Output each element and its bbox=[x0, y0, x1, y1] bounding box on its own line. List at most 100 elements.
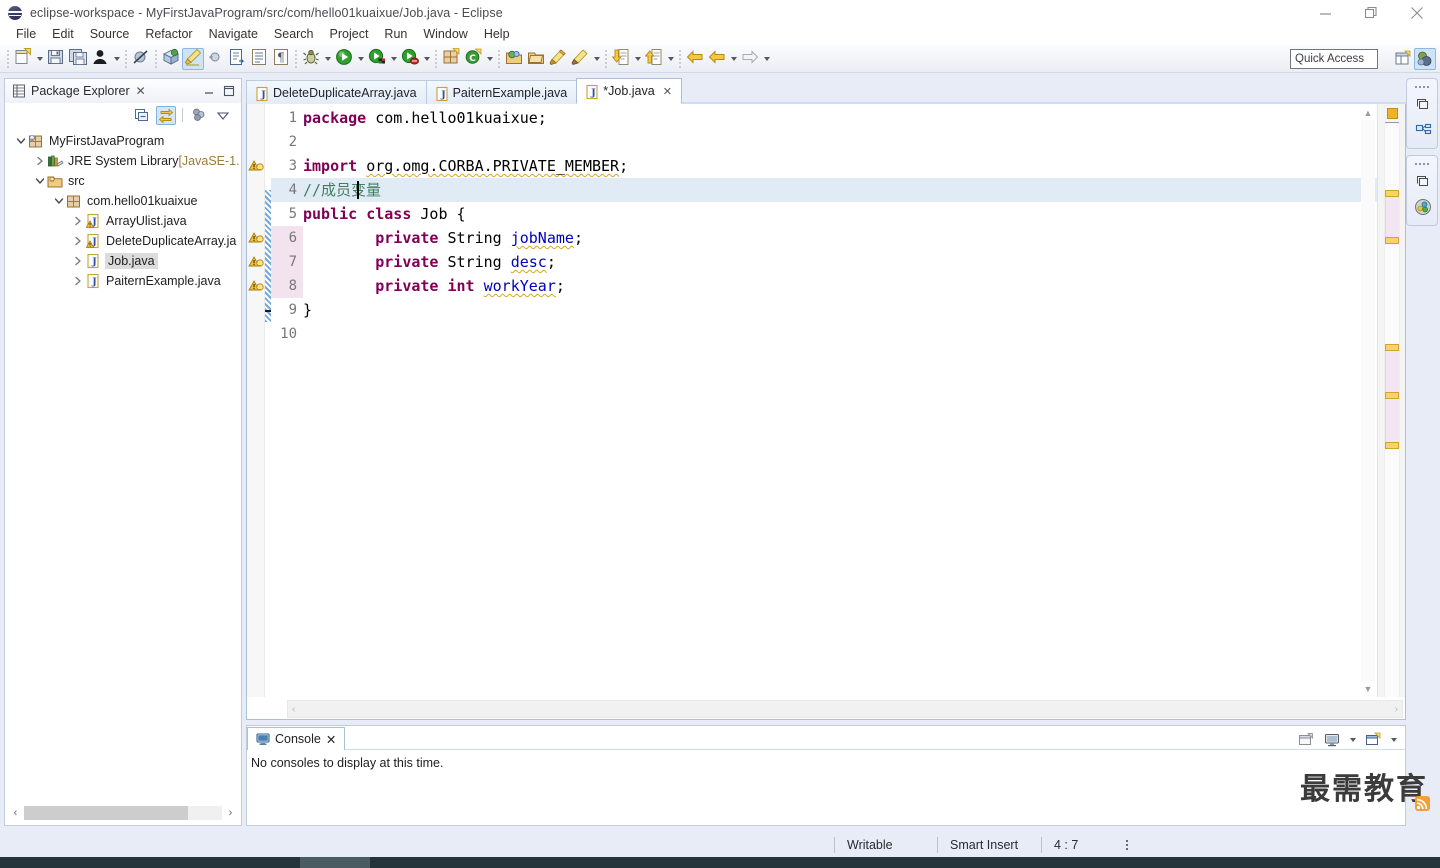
twisty-closed-icon[interactable] bbox=[32, 151, 47, 171]
overview-marker-fields[interactable] bbox=[1385, 344, 1399, 351]
gutter-warning-quickfix-icon[interactable] bbox=[248, 254, 264, 270]
menu-item-navigate[interactable]: Navigate bbox=[201, 25, 266, 43]
new-console-dropdown[interactable] bbox=[1388, 729, 1399, 751]
package-explorer-hscrollbar[interactable]: ‹ › bbox=[7, 804, 239, 822]
hscroll-right-arrow[interactable]: › bbox=[222, 805, 239, 822]
editor-gutter[interactable] bbox=[247, 104, 265, 697]
gutter-warning-quickfix-icon[interactable] bbox=[248, 158, 264, 174]
editor-hscroll-left-arrow[interactable]: ‹ bbox=[292, 704, 295, 715]
maximize-view-button[interactable] bbox=[221, 83, 237, 99]
hscroll-track[interactable] bbox=[24, 806, 222, 820]
twisty-closed-icon[interactable] bbox=[70, 271, 85, 291]
gutter-warning-quickfix-icon[interactable] bbox=[248, 230, 264, 246]
package-explorer-close-icon[interactable]: ✕ bbox=[136, 84, 146, 98]
editor-tab--job-java[interactable]: J *Job.java ✕ bbox=[576, 78, 682, 104]
tree-item-job-java[interactable]: J Job.java bbox=[5, 251, 241, 271]
code-line-7[interactable]: private String desc; bbox=[303, 250, 556, 274]
twisty-closed-icon[interactable] bbox=[70, 251, 85, 271]
overview-marker-import[interactable] bbox=[1385, 190, 1399, 197]
next-annotation-dropdown[interactable] bbox=[632, 48, 643, 70]
gutter-warning-quickfix-icon[interactable] bbox=[248, 278, 264, 294]
minimize-view-button[interactable] bbox=[201, 83, 217, 99]
project-tree[interactable]: MyFirstJavaProgram JRE System Library [Ja… bbox=[5, 129, 241, 799]
tree-item-arrayulist-java[interactable]: J ArrayUlist.java bbox=[5, 211, 241, 231]
editor-body[interactable]: 1 2 3 4 5 6 7 8 9 10 package com.hello01kuaixue; i… bbox=[246, 104, 1406, 720]
new-class-button[interactable]: C bbox=[462, 48, 484, 70]
save-button[interactable] bbox=[45, 48, 67, 70]
twisty-open-icon[interactable] bbox=[13, 131, 28, 151]
back-button[interactable] bbox=[684, 48, 706, 70]
tree-item-com-hello01kuaixue[interactable]: com.hello01kuaixue bbox=[5, 191, 241, 211]
twisty-closed-icon[interactable] bbox=[70, 211, 85, 231]
hscroll-left-arrow[interactable]: ‹ bbox=[7, 805, 24, 822]
code-line-5[interactable]: public class Job { bbox=[303, 202, 466, 226]
twisty-open-icon[interactable] bbox=[32, 171, 47, 191]
code-line-3[interactable]: import org.omg.CORBA.PRIVATE_MEMBER; bbox=[303, 154, 628, 178]
editor-vscrollbar[interactable]: ▲ ▼ bbox=[1361, 106, 1375, 695]
last-edit-location-button[interactable] bbox=[569, 48, 591, 70]
restore-view-button-2[interactable] bbox=[1407, 168, 1439, 194]
close-button[interactable] bbox=[1394, 0, 1440, 26]
new-java-project-button[interactable] bbox=[440, 48, 462, 70]
display-console-dropdown[interactable] bbox=[1347, 729, 1358, 751]
drag-handle[interactable] bbox=[1407, 82, 1437, 91]
code-line-4[interactable]: //成员变量 bbox=[303, 178, 381, 202]
show-whitespace-button[interactable]: ¶ bbox=[270, 48, 292, 70]
next-annotation-button[interactable] bbox=[610, 48, 632, 70]
save-all-button[interactable] bbox=[67, 48, 89, 70]
menu-item-help[interactable]: Help bbox=[476, 25, 518, 43]
code-line-9[interactable]: } bbox=[303, 298, 312, 322]
open-console-view-button[interactable] bbox=[1295, 729, 1317, 751]
new-button[interactable] bbox=[12, 48, 34, 70]
previous-annotation-button[interactable] bbox=[643, 48, 665, 70]
code-line-8[interactable]: private int workYear; bbox=[303, 274, 565, 298]
forward-history-dropdown[interactable] bbox=[728, 48, 739, 70]
twisty-open-icon[interactable] bbox=[51, 191, 66, 211]
editor-code[interactable]: package com.hello01kuaixue; import org.om… bbox=[303, 104, 1377, 697]
minimize-button[interactable] bbox=[1302, 0, 1348, 26]
open-perspective-button[interactable] bbox=[1392, 48, 1414, 70]
user-button[interactable] bbox=[89, 48, 111, 70]
run-last-tool-dropdown[interactable] bbox=[421, 48, 432, 70]
skip-breakpoints-button[interactable] bbox=[130, 48, 152, 70]
twisty-closed-icon[interactable] bbox=[70, 231, 85, 251]
coverage-view-button[interactable] bbox=[1407, 194, 1439, 220]
filters-button[interactable] bbox=[189, 106, 209, 125]
collapse-all-button[interactable] bbox=[132, 106, 152, 125]
debug-button[interactable] bbox=[300, 48, 322, 70]
open-task-button[interactable] bbox=[226, 48, 248, 70]
overview-marker-middle[interactable] bbox=[1385, 392, 1399, 399]
code-line-6[interactable]: private String jobName; bbox=[303, 226, 583, 250]
run-last-tool-button[interactable] bbox=[399, 48, 421, 70]
menu-item-file[interactable]: File bbox=[8, 25, 44, 43]
new-console-view-button[interactable] bbox=[1362, 729, 1384, 751]
last-edit-location-dropdown[interactable] bbox=[591, 48, 602, 70]
quick-access-input[interactable]: Quick Access bbox=[1290, 49, 1378, 69]
editor-hscroll-right-arrow[interactable]: › bbox=[1395, 704, 1398, 715]
toggle-mark-occurrences-button[interactable] bbox=[182, 47, 204, 70]
new-dropdown[interactable] bbox=[34, 48, 45, 70]
drag-handle-2[interactable] bbox=[1407, 159, 1437, 168]
open-resource-button[interactable] bbox=[547, 48, 569, 70]
new-class-dropdown[interactable] bbox=[484, 48, 495, 70]
menu-item-refactor[interactable]: Refactor bbox=[137, 25, 200, 43]
menu-item-run[interactable]: Run bbox=[376, 25, 415, 43]
search-button[interactable] bbox=[525, 48, 547, 70]
overview-status-icon[interactable] bbox=[1378, 104, 1405, 122]
vscroll-down-arrow[interactable]: ▼ bbox=[1361, 682, 1375, 695]
editor-tab-close-icon[interactable]: ✕ bbox=[663, 85, 672, 98]
tree-item-jre-system-library[interactable]: JRE System Library [JavaSE-1. bbox=[5, 151, 241, 171]
forward-button[interactable] bbox=[739, 48, 761, 70]
forward-history-button[interactable] bbox=[706, 48, 728, 70]
editor-tab-deleteduplicatearray-java[interactable]: J DeleteDuplicateArray.java bbox=[246, 80, 427, 104]
java-perspective-button[interactable] bbox=[1414, 48, 1436, 70]
forward-dropdown[interactable] bbox=[761, 48, 772, 70]
hscroll-thumb[interactable] bbox=[24, 806, 189, 820]
tab-console[interactable]: Console ✕ bbox=[247, 727, 346, 750]
menu-item-project[interactable]: Project bbox=[322, 25, 377, 43]
link-with-editor-button[interactable] bbox=[156, 105, 176, 125]
menu-item-search[interactable]: Search bbox=[266, 25, 322, 43]
restore-button[interactable] bbox=[1348, 0, 1394, 26]
display-selected-console-button[interactable] bbox=[1321, 729, 1343, 751]
run-dropdown[interactable] bbox=[355, 48, 366, 70]
